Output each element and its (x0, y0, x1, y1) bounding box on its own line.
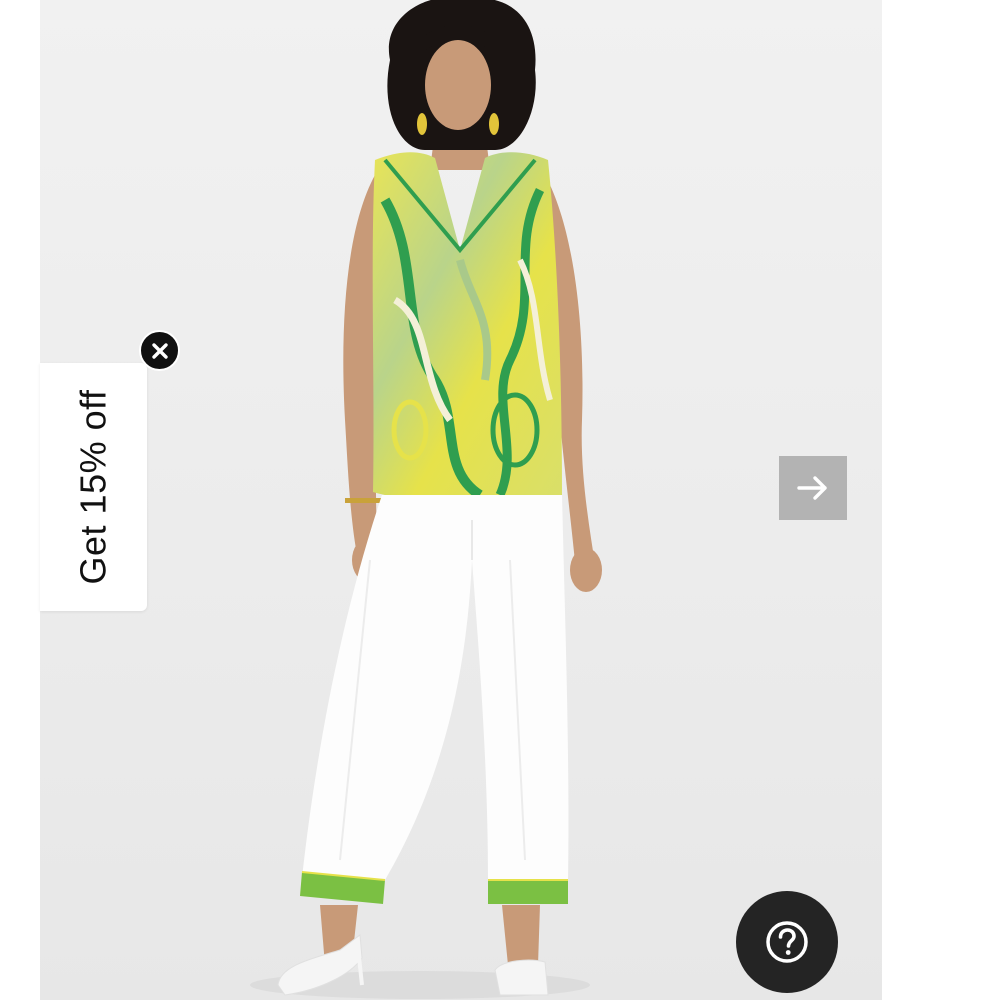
discount-promo-label: Get 15% off (72, 389, 114, 585)
next-image-button[interactable] (779, 456, 847, 520)
model-illustration (250, 0, 602, 999)
close-icon (151, 342, 168, 359)
promo-close-button[interactable] (139, 330, 180, 371)
help-button[interactable] (736, 891, 838, 993)
discount-promo-tab[interactable]: Get 15% off (40, 363, 147, 611)
question-circle-icon (766, 921, 808, 963)
product-photo[interactable] (40, 0, 882, 1000)
product-page: Get 15% off (0, 0, 1000, 1000)
arrow-right-icon (797, 476, 827, 500)
